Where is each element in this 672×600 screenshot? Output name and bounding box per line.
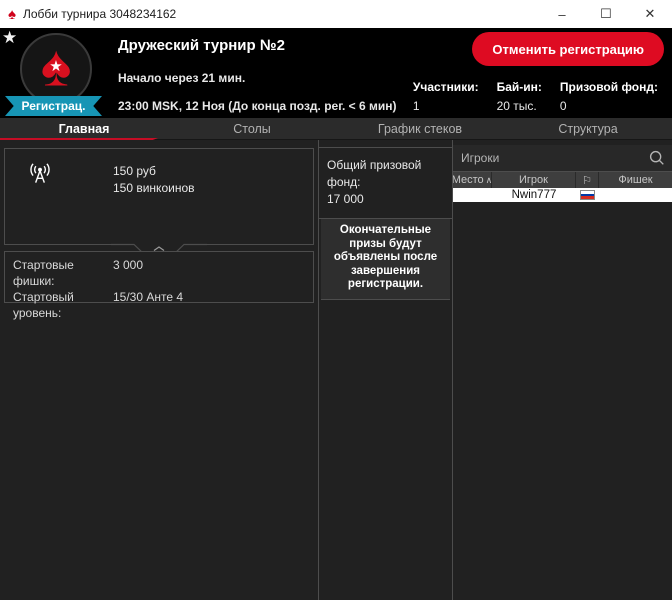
- stat-value: 0: [559, 99, 567, 113]
- prize-lines: 150 руб 150 винкоинов: [113, 163, 195, 197]
- tournament-lobby-window: ♠ Лобби турнира 3048234162 – ☐ ✕ ★ ♠ ★ Р…: [0, 0, 672, 600]
- minimize-icon[interactable]: –: [540, 0, 584, 28]
- search-icon[interactable]: [648, 149, 666, 172]
- start-info-box: Стартовые фишки: 3 000 Стартовый уровень…: [4, 251, 314, 320]
- tournament-title: Дружеский турнир №2: [118, 37, 285, 54]
- tab-label: Структура: [558, 122, 618, 136]
- player-name: Nwin777: [511, 189, 557, 201]
- start-info-list: Стартовые фишки: 3 000 Стартовый уровень…: [5, 252, 313, 326]
- column-header-chips[interactable]: Фишек: [599, 172, 672, 188]
- prize-info-box: 150 руб 150 винкоинов: [4, 148, 314, 255]
- tournament-header: ★ ♠ ★ Регистрац. Дружеский турнир №2 Нач…: [0, 28, 672, 118]
- prize-line-coins: 150 винкоинов: [113, 181, 195, 195]
- total-prize-pool-label: Общий призовой фонд:: [327, 158, 422, 189]
- status-badge: Регистрац.: [5, 96, 102, 116]
- players-panel: Место∧ Игрок ⚐ Фишек Nwin777: [453, 140, 672, 202]
- lobby-content: 150 руб 150 винкоинов Стартовые фишки: 3…: [0, 140, 672, 600]
- total-prize-pool: Общий призовой фонд: 17 000: [319, 147, 452, 219]
- app-spade-icon: ♠: [8, 5, 16, 23]
- players-table-header: Место ∧ Игрок ⚐ Фишек: [453, 172, 672, 188]
- start-level-value: 15/30 Анте 4: [113, 290, 184, 304]
- tab-stack-graph[interactable]: График стеков: [336, 118, 504, 140]
- player-place: [453, 188, 492, 202]
- tab-structure[interactable]: Структура: [504, 118, 672, 140]
- column-header-place[interactable]: Место ∧: [453, 172, 492, 188]
- player-row[interactable]: Nwin777: [453, 188, 672, 202]
- start-chips-label: Стартовые фишки:: [13, 258, 74, 288]
- stat-participants: Участники: 1: [413, 80, 479, 113]
- pokerstars-logo: ♠ ★: [20, 33, 92, 105]
- stat-buyin: Бай-ин: 20 тыс.: [497, 80, 542, 113]
- column-header-flag[interactable]: ⚐: [576, 172, 599, 188]
- stat-label: Участники:: [412, 80, 479, 94]
- prize-notice: Окончательные призы будут объявлены посл…: [321, 219, 450, 300]
- player-chips: [599, 188, 672, 202]
- schedule-line: 23:00 MSK, 12 Ноя (До конца позд. рег. <…: [118, 99, 397, 113]
- tab-label: График стеков: [377, 122, 463, 136]
- tournament-stats: Участники: 1 Бай-ин: 20 тыс. Призовой фо…: [413, 80, 658, 113]
- cancel-registration-button[interactable]: Отменить регистрацию: [472, 32, 664, 66]
- broadcast-icon: [27, 161, 53, 192]
- start-countdown: Начало через 21 мин.: [118, 71, 246, 85]
- tab-main[interactable]: Главная: [0, 118, 168, 141]
- start-chips-value: 3 000: [113, 258, 144, 272]
- player-search: [453, 145, 672, 172]
- player-flag-cell: [576, 188, 599, 202]
- stat-prize-pool: Призовой фонд: 0: [560, 80, 658, 113]
- flag-icon: ⚐: [582, 174, 592, 187]
- stat-value: 20 тыс.: [496, 99, 537, 113]
- column-header-player[interactable]: Игрок: [492, 172, 576, 188]
- favorite-star-icon[interactable]: ★: [2, 28, 17, 48]
- tab-label: Главная: [58, 122, 110, 136]
- prize-line-money: 150 руб: [113, 164, 156, 178]
- player-search-input[interactable]: [453, 145, 672, 171]
- column-divider: [452, 140, 453, 600]
- window-title: Лобби турнира 3048234162: [22, 7, 177, 21]
- tab-bar: Главная Столы График стеков Структура: [0, 118, 672, 141]
- maximize-icon[interactable]: ☐: [584, 0, 628, 28]
- titlebar: ♠ Лобби турнира 3048234162 – ☐ ✕: [0, 0, 672, 28]
- prize-pool-panel: Общий призовой фонд: 17 000 Окончательны…: [319, 140, 452, 300]
- start-level-label: Стартовый уровень:: [13, 290, 74, 320]
- russia-flag-icon: [580, 190, 595, 200]
- column-label: Место: [453, 174, 484, 186]
- stat-label: Бай-ин:: [496, 80, 542, 94]
- window-controls: – ☐ ✕: [540, 0, 672, 28]
- total-prize-pool-value: 17 000: [327, 192, 364, 206]
- stat-label: Призовой фонд:: [559, 80, 658, 94]
- logo-star-icon: ★: [49, 58, 63, 75]
- close-icon[interactable]: ✕: [628, 0, 672, 28]
- tab-tables[interactable]: Столы: [168, 118, 336, 140]
- stat-value: 1: [412, 99, 420, 113]
- tab-label: Столы: [233, 122, 271, 136]
